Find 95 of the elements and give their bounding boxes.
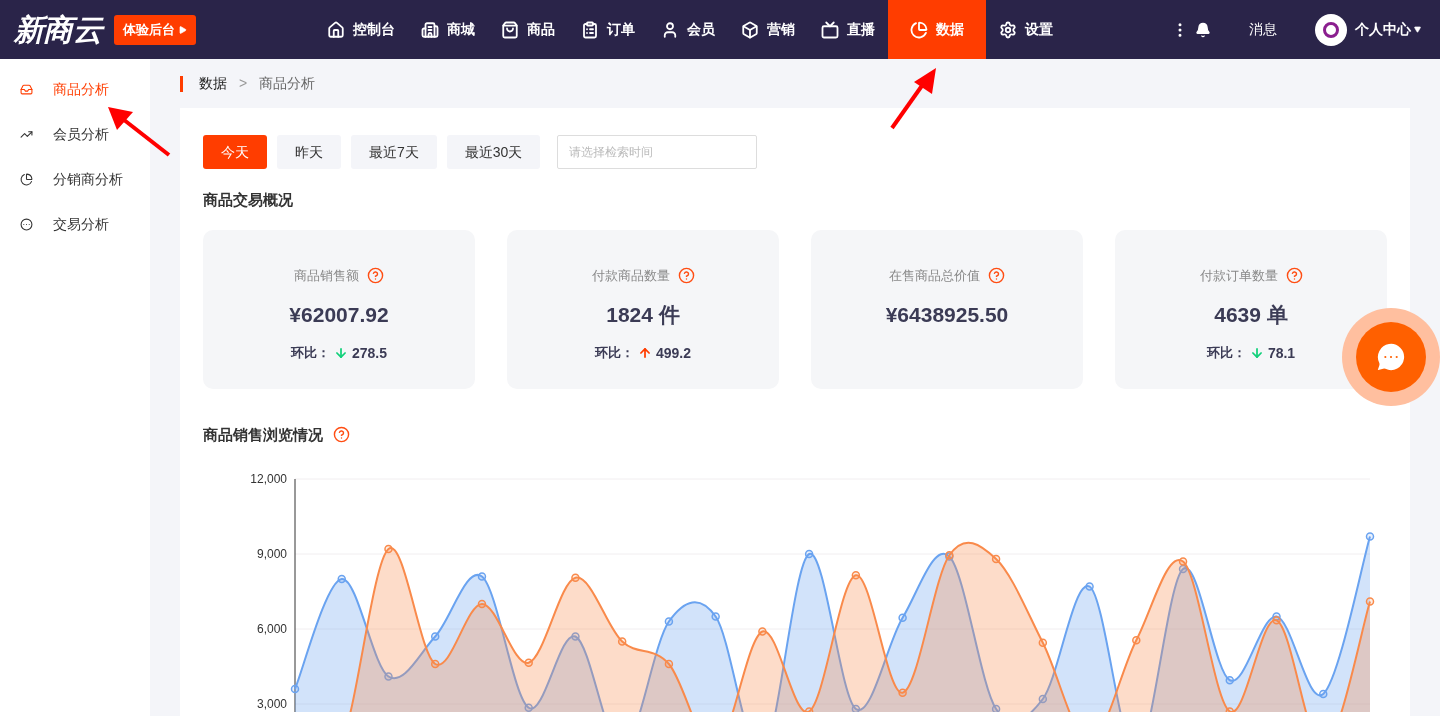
house-icon xyxy=(326,20,345,39)
stat-value: ¥62007.92 xyxy=(289,302,389,328)
point xyxy=(664,617,674,626)
point xyxy=(430,632,440,641)
point xyxy=(804,549,814,559)
nav-tab[interactable]: 商品 xyxy=(487,0,568,59)
stat-label: 商品销售额 xyxy=(294,266,359,285)
nav-tab[interactable]: 控制台 xyxy=(313,0,408,59)
nav-tab[interactable]: 会员 xyxy=(647,0,728,59)
point xyxy=(711,612,720,621)
nav-tab[interactable]: 订单 xyxy=(567,0,648,59)
breadcrumb-item: 商品分析 xyxy=(259,74,316,93)
clipboard-icon xyxy=(580,20,599,39)
sidebar-item[interactable]: 交易分析 xyxy=(0,202,150,247)
point xyxy=(1225,676,1235,685)
nav-tab[interactable]: 数据 xyxy=(887,0,986,59)
line-chart-icon xyxy=(20,128,33,141)
date-filter-button[interactable]: 今天 xyxy=(203,135,267,169)
help-icon[interactable] xyxy=(367,266,384,284)
trend-value: 78.1 xyxy=(1267,343,1296,363)
point xyxy=(1038,638,1048,647)
trend-label: 环比： xyxy=(290,344,330,363)
breadcrumb-marker xyxy=(180,75,183,92)
profile-menu[interactable]: 个人中心 xyxy=(1354,19,1422,40)
tv-icon xyxy=(820,20,839,39)
point xyxy=(1272,616,1281,625)
point xyxy=(1365,597,1375,606)
axis-tick-label: 9,000 xyxy=(256,547,287,561)
cube-icon xyxy=(740,20,759,39)
point xyxy=(991,554,1001,564)
building-icon xyxy=(420,20,439,39)
stat-label: 付款商品数量 xyxy=(591,266,670,285)
inbox-icon xyxy=(20,83,33,96)
caret-icon xyxy=(178,25,187,34)
help-icon[interactable] xyxy=(677,266,695,284)
point xyxy=(430,659,440,669)
messages-link[interactable]: 消息 xyxy=(1248,19,1277,40)
point xyxy=(290,684,300,694)
section-title: 商品销售浏览情况 xyxy=(203,424,323,445)
nav-tab[interactable]: 营销 xyxy=(727,0,808,59)
bell-icon[interactable] xyxy=(1194,21,1211,38)
help-icon[interactable] xyxy=(333,426,350,444)
help-icon[interactable] xyxy=(988,266,1005,284)
sidebar-item[interactable]: 会员分析 xyxy=(0,112,150,157)
pie-chart-icon xyxy=(20,173,33,186)
point xyxy=(758,627,767,636)
bag-icon xyxy=(500,20,519,39)
trend-label: 环比： xyxy=(594,344,634,363)
stat-value: 4639 单 xyxy=(1214,302,1288,328)
date-filter-button[interactable]: 最近7天 xyxy=(351,135,437,169)
axis-tick-label: 12,000 xyxy=(250,472,287,486)
help-icon[interactable] xyxy=(1285,266,1303,284)
point xyxy=(384,544,393,554)
avatar-icon[interactable] xyxy=(1314,13,1347,46)
axis-tick-label: 3,000 xyxy=(256,697,287,711)
point xyxy=(1319,689,1328,699)
nav-tab[interactable]: 设置 xyxy=(985,0,1066,59)
stat-label: 付款订单数量 xyxy=(1199,266,1278,285)
trend-value: 278.5 xyxy=(351,343,387,363)
point xyxy=(477,572,487,581)
trend-value: 499.2 xyxy=(655,343,691,363)
breadcrumb-separator: > xyxy=(239,74,248,93)
axis-tick-label: 6,000 xyxy=(256,622,287,636)
nav-tab[interactable]: 商城 xyxy=(407,0,488,59)
sidebar-item[interactable]: 分销商分析 xyxy=(0,157,150,202)
point xyxy=(1085,582,1094,591)
point xyxy=(571,573,580,582)
date-filter-button[interactable]: 昨天 xyxy=(277,135,341,169)
stat-value: ¥6438925.50 xyxy=(885,302,1009,328)
point xyxy=(337,574,346,584)
settings-icon xyxy=(998,20,1017,39)
point xyxy=(617,637,627,646)
circle-dots-icon xyxy=(20,218,33,231)
pie-chart-icon xyxy=(909,20,928,39)
caret-icon xyxy=(1412,26,1422,33)
point xyxy=(898,613,907,622)
trial-button[interactable]: 体验后台 xyxy=(113,14,196,45)
point xyxy=(664,659,674,669)
point xyxy=(1365,532,1375,541)
stat-label: 在售商品总价值 xyxy=(889,266,980,285)
date-search-field[interactable]: 请选择检索时间 xyxy=(557,135,758,169)
nav-tab[interactable]: 直播 xyxy=(807,0,888,59)
chat-icon xyxy=(1374,340,1408,374)
point xyxy=(898,688,907,697)
trend-label: 环比： xyxy=(1206,344,1246,363)
point xyxy=(477,599,487,609)
sidebar-item[interactable]: 商品分析 xyxy=(0,67,150,112)
date-filter-button[interactable]: 最近30天 xyxy=(446,135,541,169)
stat-value: 1824 件 xyxy=(606,302,680,328)
point xyxy=(1132,636,1141,645)
breadcrumb-item[interactable]: 数据 xyxy=(199,73,227,94)
section-title: 商品交易概况 xyxy=(203,190,294,210)
point xyxy=(1178,557,1188,566)
point xyxy=(524,658,533,667)
point xyxy=(851,571,861,580)
